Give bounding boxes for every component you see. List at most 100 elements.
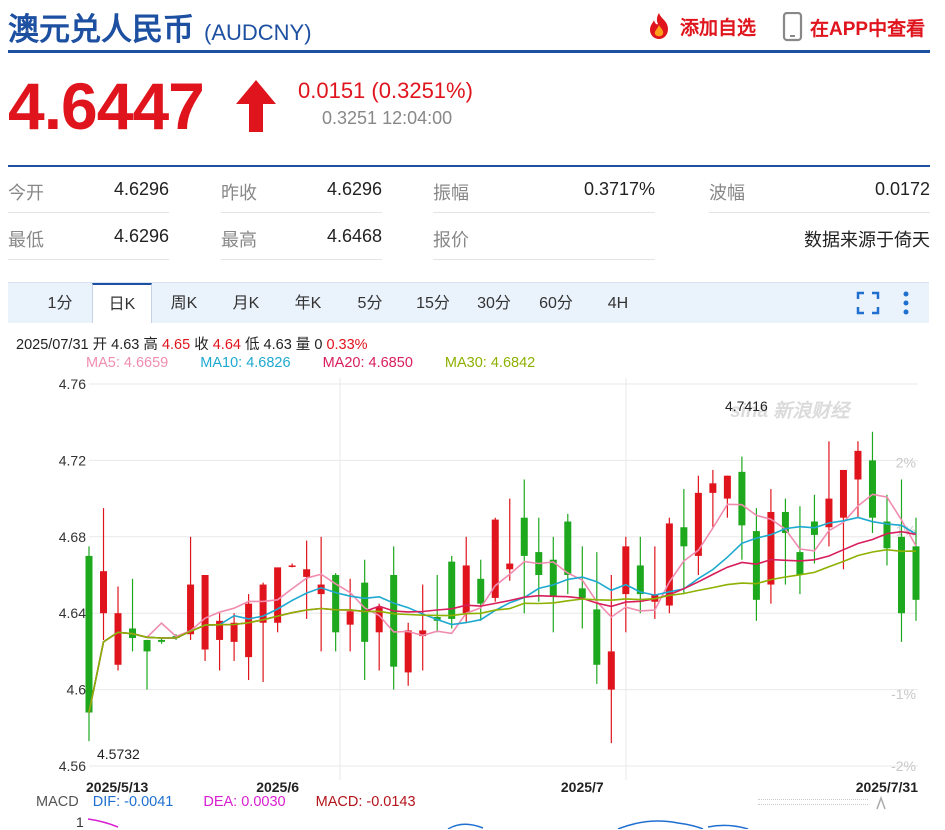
candle-body [839, 469, 847, 518]
stat-label-range: 波幅 [709, 183, 745, 203]
candle-body [158, 639, 166, 642]
candle-body [636, 565, 644, 595]
right-axis-labels: 2%1%-1%-2% [891, 455, 916, 774]
candle-body [404, 630, 412, 673]
macd-dea: DEA: 0.0030 [203, 794, 286, 810]
y-tick-label: 4.72 [59, 452, 86, 468]
candle-body [854, 450, 862, 480]
candle-body [912, 546, 920, 600]
phone-icon [782, 12, 803, 42]
ma-legend: MA5: 4.6659 MA10: 4.6826 MA20: 4.6850 MA… [86, 355, 563, 371]
tab-yearly[interactable]: 年K [282, 283, 334, 323]
fullscreen-icon[interactable] [856, 291, 880, 315]
stat-label-prev-close: 昨收 [221, 183, 257, 203]
candle-body [680, 527, 688, 547]
y-tick-label: 4.56 [59, 758, 86, 774]
macd-legend: MACD DIF: -0.0041 DEA: 0.0030 MACD: -0.0… [36, 794, 416, 810]
quote-subline: 0.3251 12:04:00 [322, 108, 452, 129]
symbol-code: (AUDCNY) [204, 20, 312, 45]
ohlc-close: 4.64 [212, 337, 241, 353]
ohlc-high: 4.65 [161, 337, 191, 353]
candles [85, 431, 920, 744]
right-tick-label: -1% [891, 686, 916, 702]
page-title: 澳元兑人民币 (AUDCNY) [8, 4, 312, 49]
candle-body [520, 517, 528, 556]
candle-body [622, 546, 630, 595]
stat-label-amplitude: 振幅 [433, 183, 469, 203]
ohlc-high-label: 高 [143, 337, 158, 353]
add-watchlist-button[interactable]: 添加自选 [644, 12, 756, 40]
candlestick-chart[interactable]: 4.764.724.684.644.64.56 2%1%-1%-2% sina … [0, 370, 945, 795]
ohlc-percent: 0.33% [326, 337, 368, 353]
title-divider [8, 50, 930, 53]
stat-value-range: 0.0172 [874, 179, 930, 199]
view-in-app-label: 在APP中查看 [810, 18, 926, 40]
stat-value-open: 4.6296 [113, 179, 169, 199]
scroll-handle-icon[interactable] [876, 796, 886, 810]
x-axis-labels: 2025/5/13 2025/6 2025/7 2025/7/31 [86, 779, 918, 795]
stat-label-open: 今开 [8, 183, 44, 203]
ohlc-low: 4.63 [263, 337, 292, 353]
y-tick-label: 4.64 [59, 605, 86, 621]
ma30-label: MA30: 4.6842 [444, 355, 536, 371]
y-axis-labels: 4.76 4.72 4.68 4.64 4.6 4.56 [59, 376, 86, 774]
macd-lines [88, 818, 749, 829]
ohlc-info: 2025/07/31 开 4.63 高 4.65 收 4.64 低 4.63 量… [16, 333, 368, 354]
add-watchlist-label: 添加自选 [680, 17, 757, 39]
current-price: 4.6447 [8, 69, 205, 143]
macd-dif: DIF: -0.0041 [92, 794, 174, 810]
moving-average-lines [88, 493, 917, 713]
x-axis-label: 2025/7/31 [856, 779, 918, 795]
scroll-indicator[interactable] [758, 799, 868, 805]
ma5-label: MA5: 4.6659 [86, 355, 169, 371]
stat-underline [433, 259, 655, 260]
candle-body [477, 578, 485, 604]
candle-body [578, 588, 586, 598]
candle-body [752, 531, 760, 600]
candle-body [303, 569, 311, 577]
tab-1min[interactable]: 1分 [34, 283, 86, 323]
candle-body [114, 613, 122, 665]
stat-label-low: 最低 [8, 230, 44, 250]
candle-body [390, 575, 398, 667]
candle-body [85, 555, 93, 713]
ma30-line [88, 548, 917, 713]
candle-body [709, 483, 717, 493]
change-value: 0.0151 [298, 78, 366, 103]
stat-value-quote-source: 数据来源于倚天 [804, 230, 930, 250]
y-tick-label: 4.76 [59, 376, 86, 392]
candle-body [187, 584, 195, 635]
candle-body [897, 536, 905, 614]
tab-daily[interactable]: 日K [92, 283, 152, 323]
tab-60min[interactable]: 60分 [528, 283, 584, 323]
stat-underline [8, 212, 169, 213]
tab-weekly[interactable]: 周K [158, 283, 210, 323]
view-in-app-button[interactable]: 在APP中查看 [782, 12, 925, 42]
ohlc-close-label: 收 [194, 337, 209, 353]
candle-body [564, 521, 572, 575]
price-annotation: 4.5732 [97, 746, 140, 762]
tab-30min[interactable]: 30分 [466, 283, 522, 323]
stat-underline [8, 259, 169, 260]
stat-value-amplitude: 0.3717% [583, 179, 655, 199]
stats-divider [8, 165, 930, 167]
ma20-label: MA20: 4.6850 [322, 355, 413, 371]
more-options-icon[interactable] [900, 290, 912, 316]
candle-body [201, 575, 209, 650]
price-annotation: 4.7416 [725, 398, 768, 414]
y-tick-label: 4.68 [59, 529, 86, 545]
tab-15min[interactable]: 15分 [405, 283, 461, 323]
candle-body [245, 603, 253, 658]
stat-value-prev-close: 4.6296 [326, 179, 382, 199]
x-axis-label: 2025/5/13 [86, 779, 148, 795]
tab-monthly[interactable]: 月K [220, 283, 272, 323]
tab-4h[interactable]: 4H [592, 283, 644, 323]
candle-body [607, 651, 615, 690]
tab-5min[interactable]: 5分 [344, 283, 396, 323]
period-tabs: 1分 日K 周K 月K 年K 5分 15分 30分 60分 4H [8, 282, 929, 323]
sub-value: 0.3251 [322, 108, 378, 128]
y-tick-label: 4.6 [67, 682, 87, 698]
ohlc-date: 2025/07/31 [16, 337, 89, 353]
candle-body [868, 460, 876, 518]
candle-body [549, 559, 557, 597]
